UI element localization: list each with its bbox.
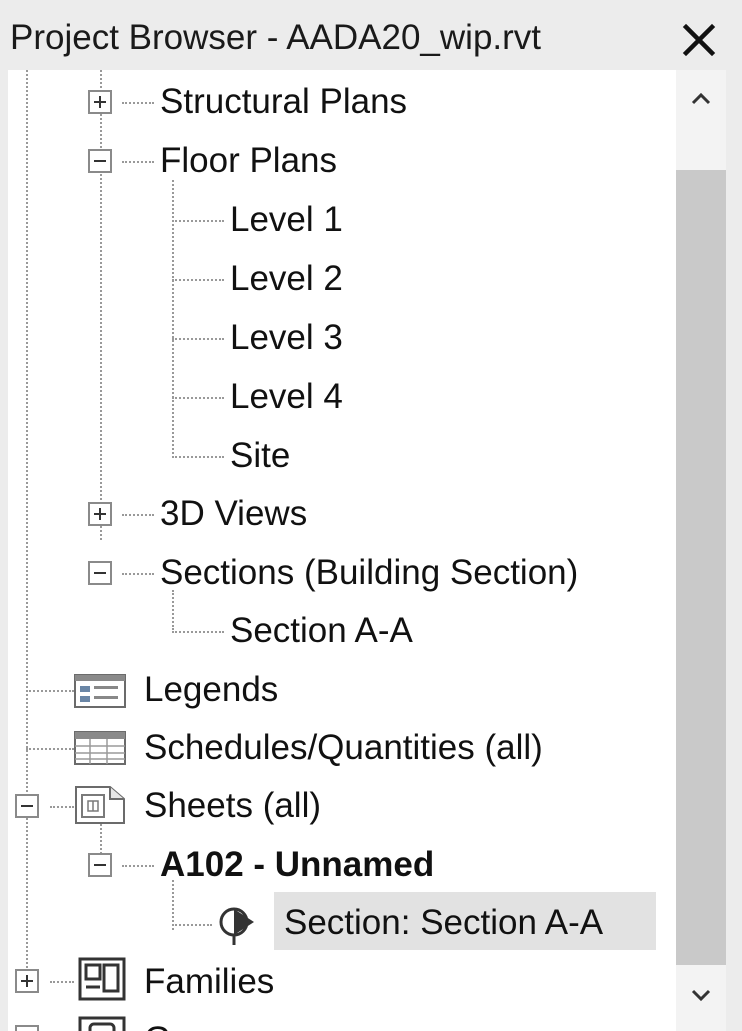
close-icon <box>682 23 716 57</box>
expand-toggle[interactable] <box>15 1025 39 1031</box>
tree-item-label: Sections (Building Section) <box>160 553 579 592</box>
sheet-icon <box>75 786 125 824</box>
tree-guide-line <box>100 70 102 540</box>
tree-item-site[interactable]: Site <box>230 429 290 483</box>
tree-guide-line <box>172 397 224 399</box>
project-tree: Structural Plans Floor Plans Level 1 Lev… <box>8 70 676 1031</box>
tree-item-structural-plans[interactable]: Structural Plans <box>160 75 407 129</box>
tree-guide-line <box>26 748 74 750</box>
tree-item-level-3[interactable]: Level 3 <box>230 311 343 365</box>
tree-item-level-1[interactable]: Level 1 <box>230 193 343 247</box>
tree-item-label: Level 4 <box>230 377 343 416</box>
tree-guide-line <box>50 981 74 983</box>
tree-guide-line <box>122 102 154 104</box>
tree-item-label: Legends <box>144 670 279 709</box>
chevron-down-icon[interactable] <box>686 980 716 1010</box>
tree-item-section-a-a[interactable]: Section A-A <box>230 604 413 658</box>
tree-item-level-4[interactable]: Level 4 <box>230 370 343 424</box>
tree-item-sections[interactable]: Sections (Building Section) <box>160 546 578 600</box>
tree-guide-line <box>122 161 154 163</box>
title-bar: Project Browser - AADA20_wip.rvt <box>0 0 742 70</box>
tree-item-families[interactable]: Families <box>144 955 274 1009</box>
group-icon <box>78 1016 126 1031</box>
close-button[interactable] <box>676 18 722 62</box>
tree-guide-line <box>122 865 154 867</box>
chevron-up-icon[interactable] <box>686 84 716 114</box>
expand-toggle[interactable] <box>88 502 112 526</box>
tree-item-3d-views[interactable]: 3D Views <box>160 487 307 541</box>
tree-item-label: Schedules/Quantities (all) <box>144 728 543 767</box>
section-view-icon <box>219 907 254 945</box>
tree-item-label: Section: Section A-A <box>284 903 604 942</box>
tree-guide-line <box>122 514 154 516</box>
tree-item-label: Section A-A <box>230 611 413 650</box>
expand-toggle[interactable] <box>88 90 112 114</box>
tree-item-label: Site <box>230 436 291 475</box>
tree-guide-line <box>172 631 224 633</box>
tree-item-label: G <box>144 1020 171 1031</box>
legend-icon <box>74 674 126 708</box>
tree-guide-line <box>26 690 74 692</box>
tree-item-label: Level 1 <box>230 200 343 239</box>
tree-item-sheets[interactable]: Sheets (all) <box>144 779 321 833</box>
tree-guide-line <box>122 573 154 575</box>
schedule-icon <box>74 731 126 765</box>
scrollbar-thumb[interactable] <box>676 170 726 965</box>
collapse-toggle[interactable] <box>15 794 39 818</box>
tree-guide-line <box>172 220 224 222</box>
tree-item-schedules[interactable]: Schedules/Quantities (all) <box>144 721 543 775</box>
tree-item-legends[interactable]: Legends <box>144 663 278 717</box>
tree-guide-line <box>172 338 224 340</box>
tree-item-label: 3D Views <box>160 494 308 533</box>
tree-guide-line <box>172 279 224 281</box>
tree-guide-line <box>172 456 224 458</box>
expand-toggle[interactable] <box>15 969 39 993</box>
vertical-scrollbar[interactable] <box>676 70 726 1031</box>
tree-item-label: Sheets (all) <box>144 786 322 825</box>
collapse-toggle[interactable] <box>88 853 112 877</box>
tree-item-section-on-sheet[interactable]: Section: Section A-A <box>284 896 603 950</box>
collapse-toggle[interactable] <box>88 561 112 585</box>
panel-title: Project Browser - AADA20_wip.rvt <box>10 18 542 57</box>
tree-item-label: Floor Plans <box>160 141 338 180</box>
tree-item-label: Families <box>144 962 275 1001</box>
tree-item-label: Structural Plans <box>160 82 408 121</box>
tree-item-label: Level 3 <box>230 318 343 357</box>
tree-item-sheet-a102[interactable]: A102 - Unnamed <box>160 838 434 892</box>
tree-item-level-2[interactable]: Level 2 <box>230 252 343 306</box>
tree-guide-line <box>172 924 212 926</box>
tree-item-label: Level 2 <box>230 259 343 298</box>
tree-guide-line <box>50 806 74 808</box>
tree-item-label: A102 - Unnamed <box>160 845 435 884</box>
family-icon <box>78 957 126 1001</box>
tree-guide-line <box>26 70 28 980</box>
project-browser-panel: Project Browser - AADA20_wip.rvt Structu… <box>0 0 742 1031</box>
tree-item-groups[interactable]: G <box>144 1013 171 1031</box>
tree-item-floor-plans[interactable]: Floor Plans <box>160 134 337 188</box>
collapse-toggle[interactable] <box>88 149 112 173</box>
